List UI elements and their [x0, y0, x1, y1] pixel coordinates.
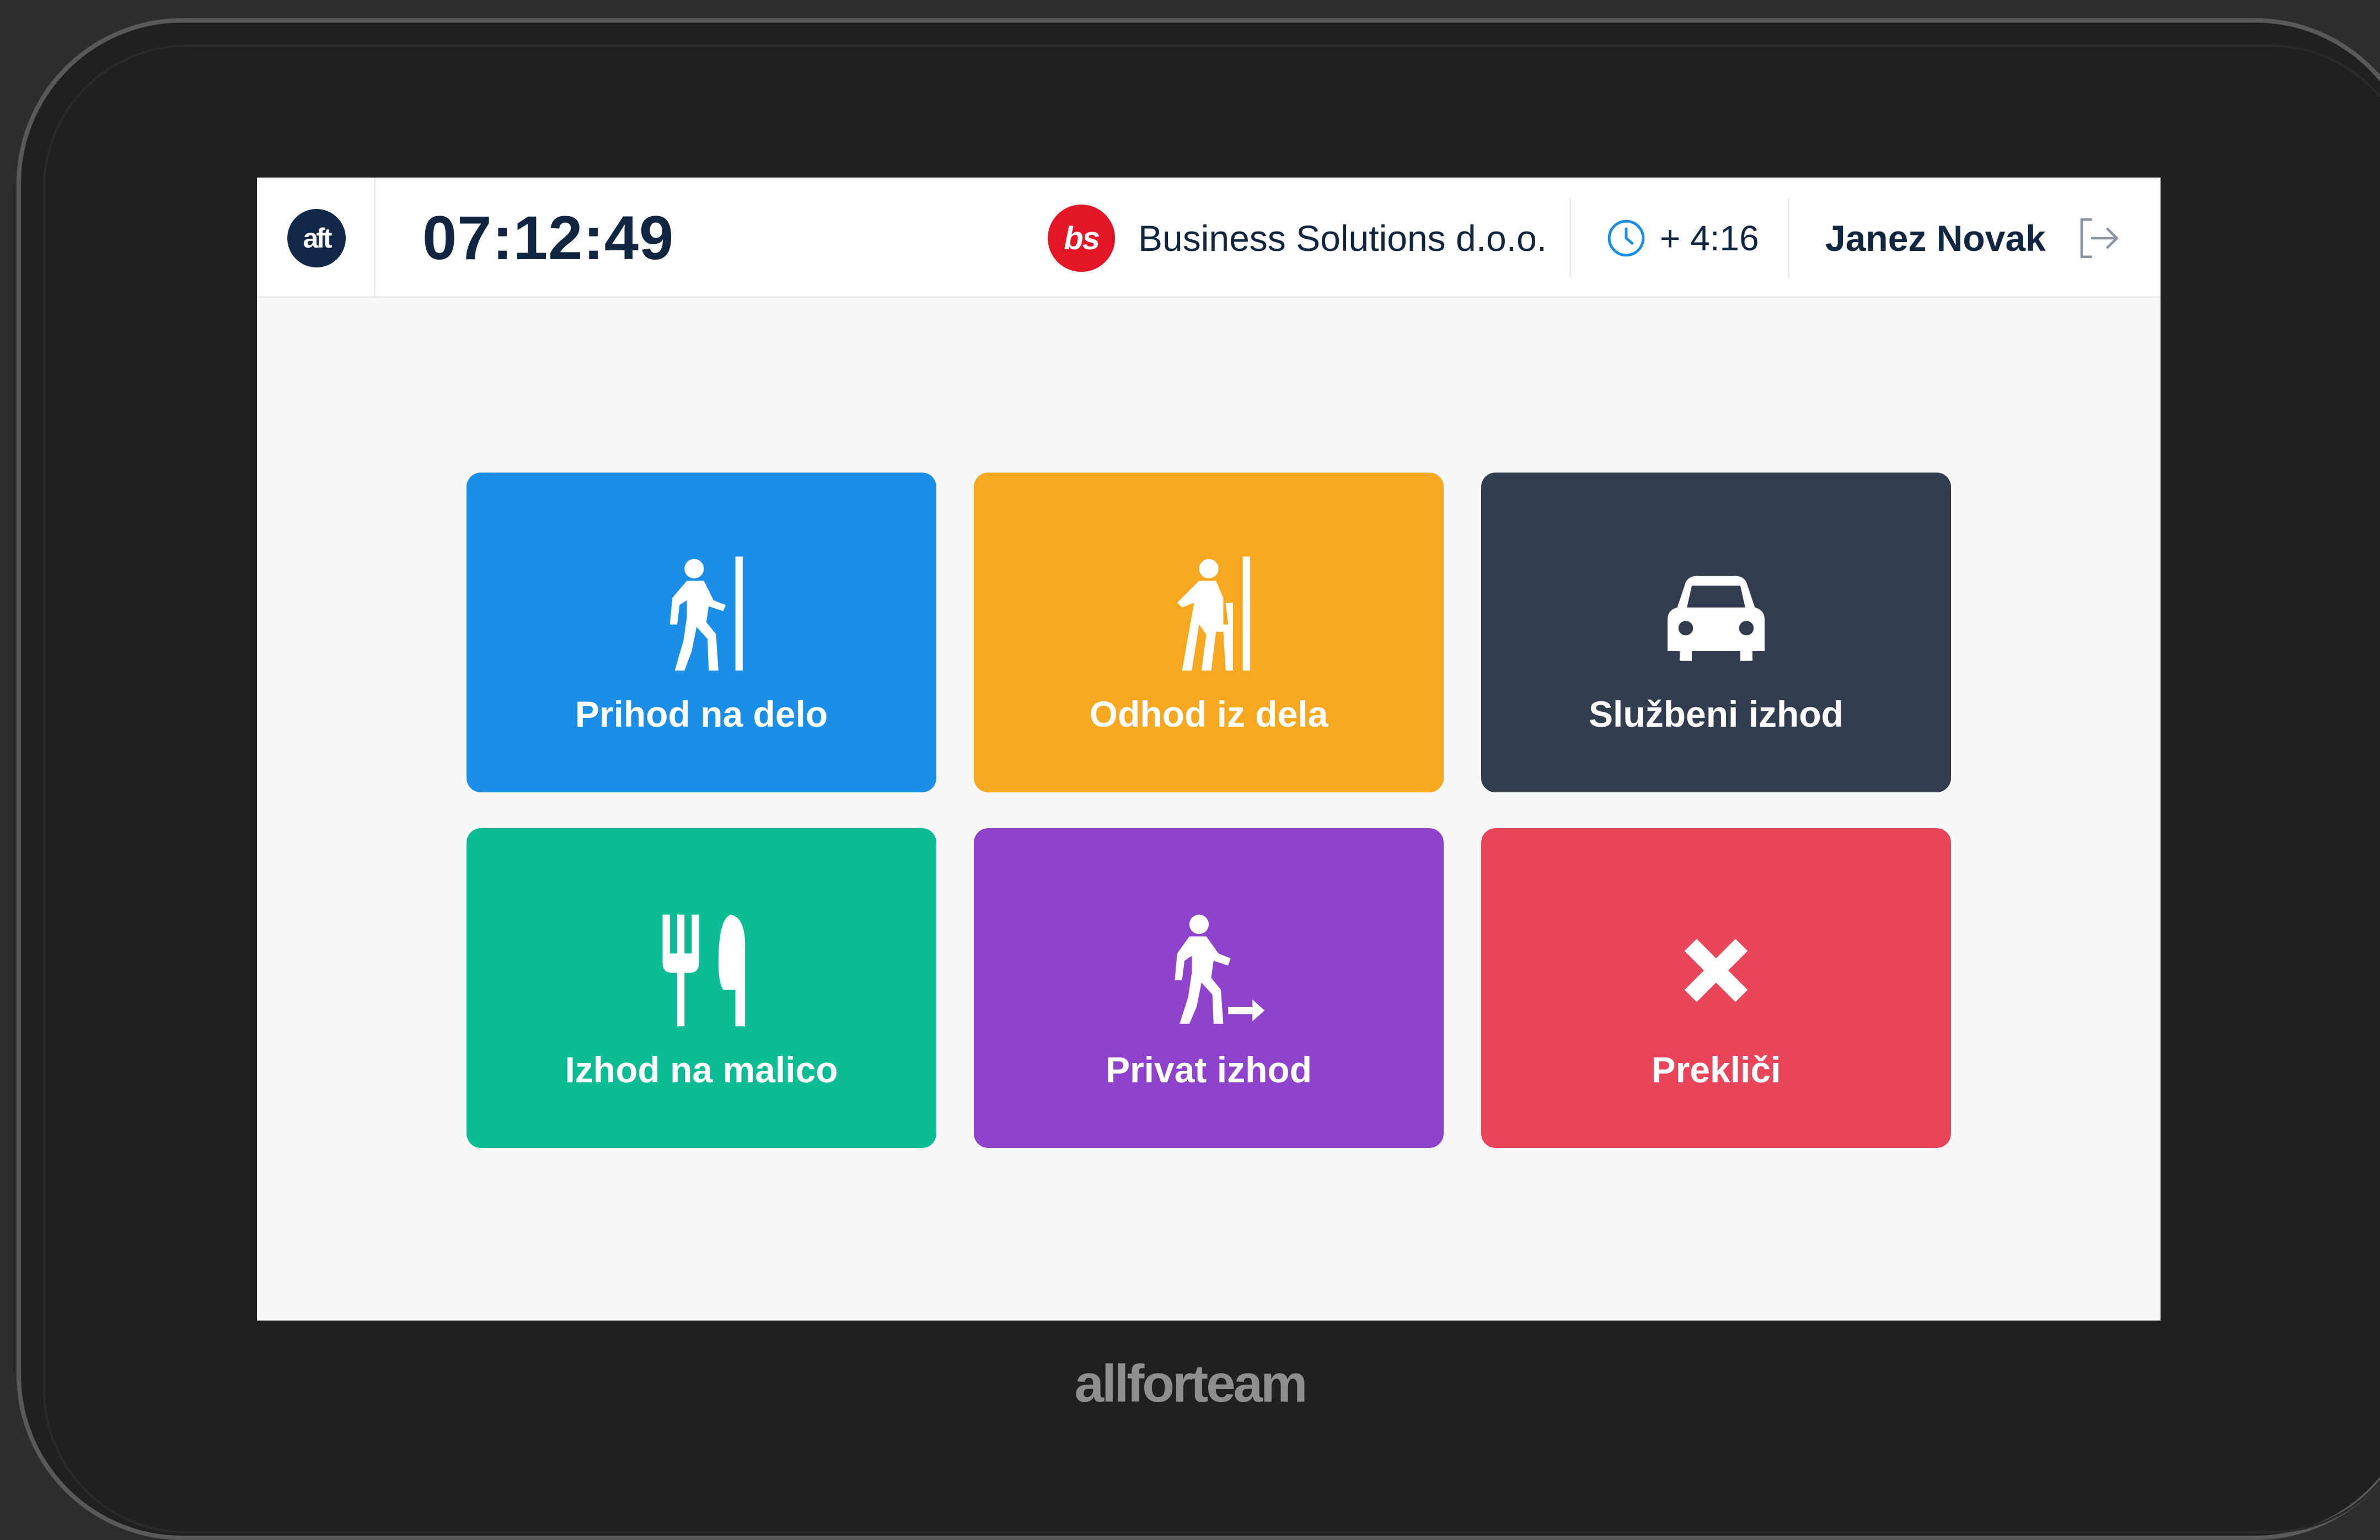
clock-icon	[1607, 219, 1645, 257]
device-brand-label: allforteam	[1074, 1354, 1308, 1413]
time-balance: + 4:16	[1606, 204, 1759, 272]
walk-out-icon	[1177, 556, 1250, 671]
user-name: Janez Novak	[1825, 218, 2046, 259]
company-logo: bs	[1048, 205, 1115, 272]
walk-away-icon	[1175, 914, 1265, 1024]
private-exit-button[interactable]: Privat izhod	[974, 828, 1444, 1148]
aft-logo: aft	[287, 209, 346, 267]
private-exit-label: Privat izhod	[1105, 1049, 1312, 1090]
time-balance-value: + 4:16	[1660, 218, 1759, 258]
car-icon	[1668, 576, 1765, 661]
screen: aft 07:12:49 bs Business Solutions d.o.o…	[257, 178, 2161, 1321]
company-name: Business Solutions d.o.o.	[1138, 218, 1547, 259]
walk-in-icon	[669, 556, 743, 671]
business-exit-button[interactable]: Službeni izhod	[1481, 473, 1951, 792]
departure-label: Odhod iz dela	[1089, 694, 1328, 734]
logout-icon[interactable]	[2073, 213, 2123, 263]
header-divider	[1569, 198, 1571, 278]
fork-knife-icon	[662, 914, 746, 1027]
action-grid: Prihod na delo Odhod iz dela Službeni iz…	[467, 473, 1951, 1148]
user-area: Janez Novak	[1825, 204, 2123, 272]
arrival-label: Prihod na delo	[575, 694, 828, 734]
cancel-button[interactable]: Prekliči	[1481, 828, 1951, 1148]
arrival-button[interactable]: Prihod na delo	[467, 473, 936, 792]
header-divider	[1788, 198, 1789, 278]
cancel-label: Prekliči	[1651, 1049, 1781, 1090]
departure-button[interactable]: Odhod iz dela	[974, 473, 1444, 792]
top-bar: aft 07:12:49 bs Business Solutions d.o.o…	[257, 178, 2161, 298]
company-info: bs Business Solutions d.o.o.	[1048, 204, 1547, 272]
close-icon	[1684, 938, 1748, 1002]
lunch-break-button[interactable]: Izhod na malico	[467, 828, 936, 1148]
business-exit-label: Službeni izhod	[1589, 694, 1843, 734]
logo-cell: aft	[257, 178, 376, 296]
current-time: 07:12:49	[422, 203, 674, 272]
lunch-break-label: Izhod na malico	[565, 1049, 838, 1090]
